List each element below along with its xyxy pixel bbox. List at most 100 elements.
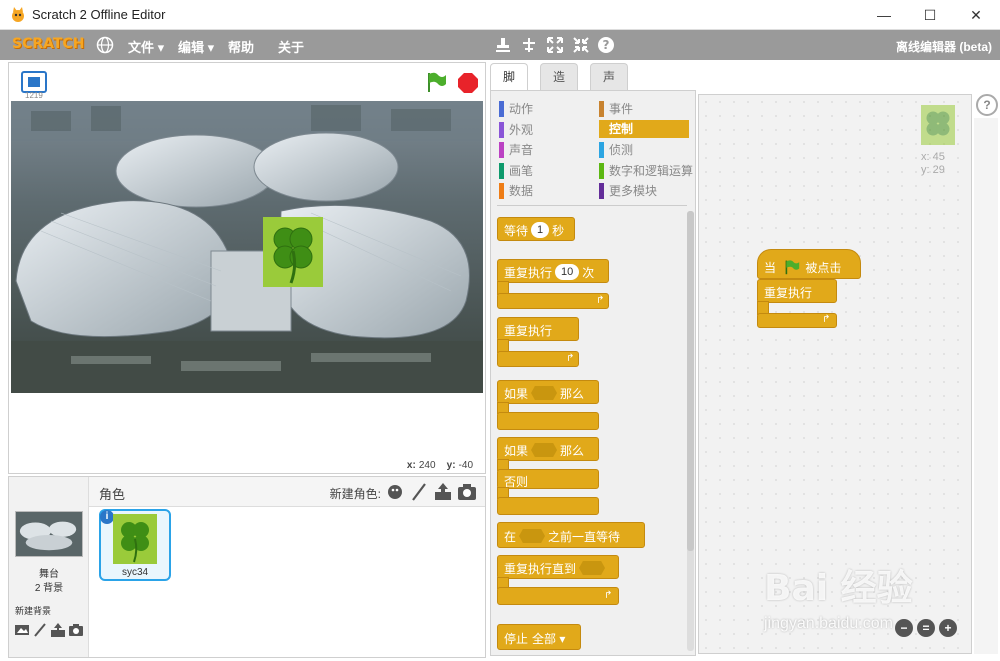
- cut-icon[interactable]: [520, 36, 538, 54]
- mouse-coordinates: x: 240 y: -40: [407, 460, 473, 471]
- watermark-brand: Bai 经验: [764, 568, 913, 609]
- sprite-tile[interactable]: i syc34: [99, 509, 171, 581]
- block-forever[interactable]: 重复执行: [497, 317, 579, 341]
- stage-thumbnail[interactable]: [15, 511, 83, 557]
- block-if-condition[interactable]: [531, 386, 558, 400]
- block-wait-until-condition[interactable]: [519, 529, 546, 543]
- window-title: Scratch 2 Offline Editor: [32, 7, 166, 22]
- script-hat-block[interactable]: 当 被点击: [757, 249, 861, 279]
- mouse-x-label: x:: [406, 460, 416, 471]
- backdrop-upload-icon[interactable]: [50, 622, 66, 638]
- loop-arrow-icon: ↱: [566, 353, 575, 364]
- loop-arrow-icon: ↱: [822, 314, 831, 325]
- block-if-else[interactable]: 如果 那么: [497, 437, 599, 461]
- block-stop-dropdown[interactable]: 全部 ▾: [532, 632, 565, 646]
- block-repeat-until-condition[interactable]: [579, 561, 606, 575]
- category-more-blocks[interactable]: 更多模块: [599, 182, 691, 200]
- menu-help[interactable]: 帮助: [228, 37, 254, 56]
- stop-icon[interactable]: [457, 72, 479, 94]
- mouse-y-label: y:: [446, 460, 456, 471]
- stage-backdrop-count: 2 背景: [34, 583, 64, 594]
- sprite-name: syc34: [121, 567, 149, 578]
- category-label: 声音: [509, 143, 534, 157]
- sprite-y: y: 29: [921, 164, 945, 176]
- shrink-icon[interactable]: [572, 36, 590, 54]
- stamp-icon[interactable]: [494, 36, 512, 54]
- category-motion[interactable]: 动作: [499, 100, 587, 118]
- mouse-y-value: -40: [458, 460, 473, 471]
- new-sprite-label: 新建角色:: [329, 487, 381, 501]
- sprite-pane: 舞台 2 背景 新建背景 角色 新建角色: i syc34: [8, 476, 486, 658]
- sprite-upload-icon[interactable]: [433, 482, 453, 502]
- stage-column[interactable]: 舞台 2 背景 新建背景: [9, 477, 89, 657]
- category-color-bar: [599, 101, 604, 117]
- block-repeat-input[interactable]: 10: [555, 264, 580, 280]
- script-forever-label: 重复执行: [764, 286, 813, 300]
- category-data[interactable]: 数据: [499, 182, 587, 200]
- block-repeat[interactable]: 重复执行 10 次: [497, 259, 609, 283]
- sprite-library-icon[interactable]: [385, 482, 405, 502]
- category-color-bar: [599, 183, 604, 199]
- sprite-paint-icon[interactable]: [409, 482, 429, 502]
- category-events[interactable]: 事件: [599, 100, 691, 118]
- block-if-then[interactable]: 如果 那么: [497, 380, 599, 404]
- sprite-camera-icon[interactable]: [457, 482, 477, 502]
- category-looks[interactable]: 外观: [499, 121, 587, 139]
- scratch-logo[interactable]: SCRATCH: [12, 36, 84, 52]
- block-then2-label: 那么: [560, 444, 585, 458]
- block-if2-condition[interactable]: [531, 443, 558, 457]
- stage-panel: 1219 x: 240 y: -40: [8, 62, 486, 474]
- block-wait-until[interactable]: 在 之前一直等待: [497, 522, 645, 548]
- scratch-cat-icon: [12, 7, 24, 22]
- category-pen[interactable]: 画笔: [499, 162, 587, 180]
- mouse-x-value: 240: [418, 460, 436, 471]
- script-forever-block[interactable]: 重复执行: [757, 279, 837, 303]
- palette-scroll-thumb[interactable]: [687, 211, 694, 551]
- block-wait-unit: 秒: [552, 224, 565, 238]
- palette-scrollbar[interactable]: [687, 211, 694, 651]
- hat-suffix: 被点击: [805, 261, 842, 275]
- tab-sounds[interactable]: 声音: [590, 63, 629, 110]
- close-button[interactable]: ✕: [962, 4, 990, 26]
- block-stop[interactable]: 停止 全部 ▾: [497, 624, 581, 650]
- maximize-button[interactable]: ☐: [916, 4, 944, 26]
- category-sound[interactable]: 声音: [499, 141, 587, 159]
- help-icon[interactable]: ?: [597, 36, 615, 54]
- block-repeat-unit: 次: [582, 266, 595, 280]
- loop-arrow-icon: ↱: [604, 590, 613, 601]
- new-backdrop-label: 新建背景: [15, 606, 52, 616]
- block-repeat-until[interactable]: 重复执行直到: [497, 555, 619, 579]
- minimize-button[interactable]: —: [870, 4, 898, 26]
- stage-canvas[interactable]: [11, 101, 483, 393]
- category-label: 动作: [509, 102, 534, 116]
- green-flag-icon[interactable]: [425, 71, 447, 93]
- sprite-pane-header: 角色 新建角色:: [89, 477, 485, 507]
- fullscreen-icon[interactable]: [21, 71, 47, 93]
- category-color-bar: [499, 101, 504, 117]
- backdrop-camera-icon[interactable]: [68, 622, 84, 638]
- tab-costumes[interactable]: 造型: [540, 63, 579, 110]
- category-label: 数字和逻辑运算: [609, 164, 694, 178]
- script-area-scrollbar[interactable]: [974, 118, 998, 654]
- backdrop-library-icon[interactable]: [14, 622, 30, 638]
- globe-icon[interactable]: [96, 36, 114, 54]
- grow-icon[interactable]: [546, 36, 564, 54]
- baidu-watermark: Bai 经验 jingyan.baidu.com: [760, 553, 960, 633]
- clover-sprite[interactable]: [263, 217, 323, 287]
- block-wait[interactable]: 等待 1 秒: [497, 217, 575, 241]
- category-sensing[interactable]: 侦测: [599, 141, 691, 159]
- sprite-info-icon[interactable]: i: [100, 510, 114, 524]
- menu-file[interactable]: 文件 ▾: [128, 37, 164, 56]
- help-panel-icon[interactable]: ?: [976, 94, 998, 116]
- backdrop-paint-icon[interactable]: [32, 622, 48, 638]
- block-if-label: 如果: [504, 387, 529, 401]
- category-operators[interactable]: 数字和逻辑运算: [599, 162, 695, 180]
- block-wait-label: 等待: [504, 224, 529, 238]
- menu-about[interactable]: 关于: [278, 37, 304, 56]
- category-control[interactable]: 控制: [599, 120, 689, 138]
- block-wait-input[interactable]: 1: [531, 222, 550, 238]
- menu-edit[interactable]: 编辑 ▾: [178, 37, 214, 56]
- tab-scripts[interactable]: 脚本: [490, 63, 529, 110]
- category-label: 更多模块: [609, 184, 658, 198]
- category-label: 外观: [509, 123, 534, 137]
